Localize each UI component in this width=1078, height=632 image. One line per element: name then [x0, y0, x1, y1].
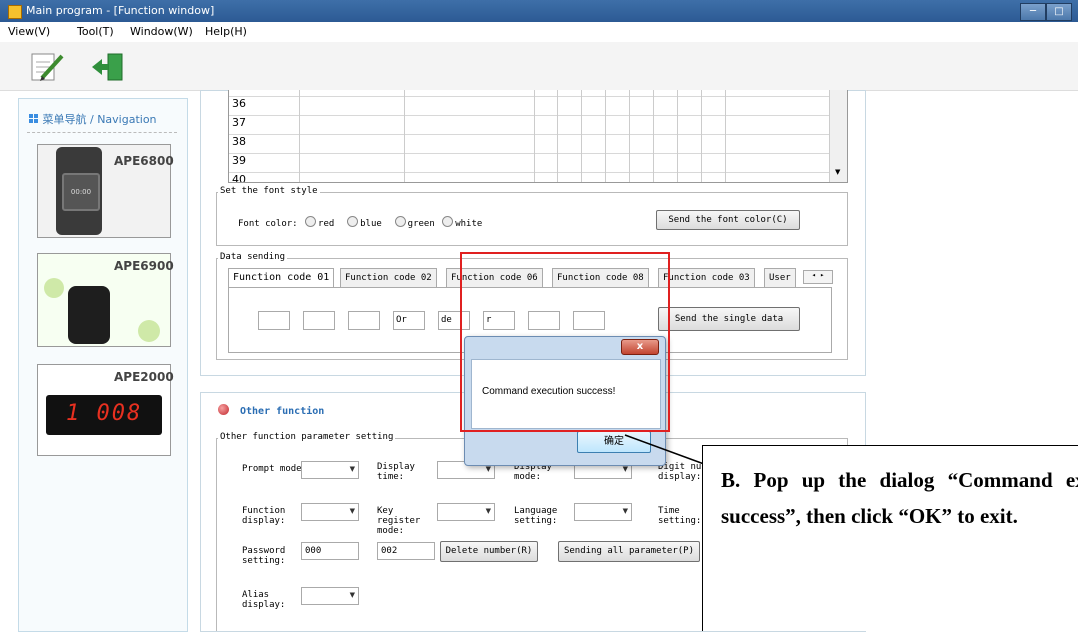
- device-name: APE2000: [114, 370, 174, 384]
- title-bar: Main program - [Function window] ─ □: [0, 0, 1078, 22]
- led-display-device: 1 008: [46, 395, 162, 435]
- callout-pointer: [624, 434, 705, 465]
- watch-icon: 00:00: [56, 147, 102, 235]
- grid-column-line: [725, 90, 726, 182]
- grid-column-line: [629, 90, 630, 182]
- tab-function-code-02[interactable]: Function code 02: [340, 268, 437, 287]
- menu-help[interactable]: Help(H): [205, 25, 247, 38]
- grid-body: 35 36 37 38 39 40: [229, 90, 829, 182]
- grid-column-line: [299, 90, 300, 182]
- device-name: APE6800: [114, 154, 174, 168]
- radio-blue[interactable]: [347, 216, 359, 227]
- data-sending-title: Data sending: [218, 252, 288, 262]
- device-card-ape6900[interactable]: APE6900: [37, 253, 174, 347]
- maximize-button[interactable]: □: [1046, 3, 1072, 21]
- data-field-2[interactable]: [303, 311, 335, 330]
- data-field-1[interactable]: [258, 311, 290, 330]
- menu-window[interactable]: Window(W): [130, 25, 193, 38]
- menu-bar: View(V) Tool(T) Window(W) Help(H): [0, 22, 1078, 42]
- edit-document-icon[interactable]: [28, 50, 66, 84]
- data-field-4[interactable]: Or: [393, 311, 425, 330]
- table-row: 37: [229, 116, 829, 135]
- table-row: 39: [229, 154, 829, 173]
- annotation-callout: B. Pop up the dialog “Command execution …: [702, 445, 1078, 631]
- data-grid[interactable]: 35 36 37 38 39 40 ▼: [228, 90, 848, 183]
- annotation-text: B. Pop up the dialog “Command execution …: [721, 468, 1078, 528]
- tab-function-code-01[interactable]: Function code 01: [228, 268, 335, 288]
- grid-icon: [29, 114, 39, 124]
- send-single-data-button[interactable]: Send the single data: [658, 307, 800, 331]
- alias-display-select[interactable]: [301, 587, 359, 605]
- radio-red[interactable]: [305, 216, 317, 227]
- decor-circle: [138, 320, 160, 342]
- function-display-select[interactable]: [301, 503, 359, 521]
- highlight-frame: [460, 252, 670, 432]
- menu-view[interactable]: View(V): [8, 25, 50, 38]
- number-input[interactable]: 002: [377, 542, 435, 560]
- grid-column-line: [701, 90, 702, 182]
- menu-tool[interactable]: Tool(T): [77, 25, 114, 38]
- grid-column-line: [677, 90, 678, 182]
- device-card-ape2000[interactable]: APE2000 1 008: [37, 364, 174, 456]
- grid-column-line: [557, 90, 558, 182]
- table-row: 36: [229, 97, 829, 116]
- app-icon: [8, 5, 22, 19]
- key-register-select[interactable]: [437, 503, 495, 521]
- password-label: Password setting:: [242, 546, 286, 566]
- time-setting-label: Time setting:: [658, 506, 702, 526]
- font-style-title: Set the font style: [218, 186, 320, 196]
- language-label: Language setting:: [514, 506, 558, 526]
- password-input[interactable]: 000: [301, 542, 359, 560]
- device-card-ape6800[interactable]: 00:00 APE6800: [37, 144, 174, 238]
- tab-scroll-arrows[interactable]: ◂ ▸: [803, 270, 833, 284]
- grid-column-line: [605, 90, 606, 182]
- device-name: APE6900: [114, 259, 174, 273]
- display-time-label: Display time:: [377, 462, 415, 482]
- navigation-sidebar: 菜单导航 / Navigation 00:00 APE6800 APE6900 …: [18, 98, 188, 632]
- grid-column-line: [581, 90, 582, 182]
- toolbar: [0, 42, 1078, 91]
- grid-column-line: [653, 90, 654, 182]
- send-all-parameter-button[interactable]: Sending all parameter(P): [558, 541, 700, 562]
- function-display-label: Function display:: [242, 506, 286, 526]
- prompt-mode-label: Prompt mode:: [242, 464, 308, 474]
- tab-function-code-03[interactable]: Function code 03: [658, 268, 755, 287]
- grid-column-line: [534, 90, 535, 182]
- radio-white[interactable]: [442, 216, 454, 227]
- window-title: Main program - [Function window]: [26, 4, 215, 17]
- scroll-down-icon[interactable]: ▼: [835, 168, 840, 176]
- decor-circle: [44, 278, 64, 298]
- alias-display-label: Alias display:: [242, 590, 286, 610]
- data-field-3[interactable]: [348, 311, 380, 330]
- grid-scrollbar[interactable]: ▼: [829, 90, 847, 182]
- prompt-mode-select[interactable]: [301, 461, 359, 479]
- red-bullet-icon: [218, 404, 229, 415]
- radio-green[interactable]: [394, 216, 406, 227]
- minimize-button[interactable]: ─: [1020, 3, 1046, 21]
- exit-door-icon[interactable]: [88, 50, 126, 84]
- tab-user[interactable]: User: [764, 268, 796, 287]
- table-row: 35: [229, 90, 829, 97]
- delete-number-button[interactable]: Delete number(R): [440, 541, 538, 562]
- other-params-title: Other function parameter setting: [218, 432, 396, 442]
- font-color-label: Font color:: [238, 219, 298, 229]
- table-row: 40: [229, 173, 829, 182]
- divider: [27, 132, 177, 133]
- other-function-header: Other function: [240, 406, 325, 417]
- watch-band-icon: [68, 286, 110, 344]
- key-register-label: Key register mode:: [377, 506, 421, 536]
- font-color-row: Font color: red blue green white: [238, 216, 482, 229]
- send-font-color-button[interactable]: Send the font color(C): [656, 210, 800, 230]
- language-select[interactable]: [574, 503, 632, 521]
- navigation-title: 菜单导航 / Navigation: [29, 111, 157, 127]
- table-row: 38: [229, 135, 829, 154]
- grid-column-line: [404, 90, 405, 182]
